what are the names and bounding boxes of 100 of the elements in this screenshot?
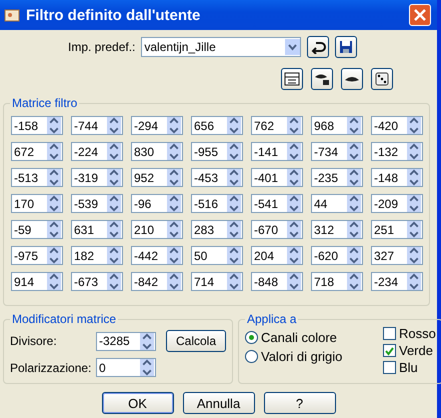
spin-arrows-icon[interactable]	[167, 143, 181, 160]
spin-arrows-icon[interactable]	[107, 143, 121, 160]
matrix-spinbox[interactable]: 327	[371, 246, 423, 265]
spin-arrows-icon[interactable]	[287, 117, 301, 134]
matrix-spinbox[interactable]: -673	[71, 272, 123, 291]
spin-arrows-icon[interactable]	[287, 247, 301, 264]
matrix-spinbox[interactable]: -453	[191, 168, 243, 187]
matrix-spinbox[interactable]: -141	[251, 142, 303, 161]
radio-button[interactable]	[245, 350, 258, 363]
spin-arrows-icon[interactable]	[227, 117, 241, 134]
spin-arrows-icon[interactable]	[287, 143, 301, 160]
matrix-spinbox[interactable]: -96	[131, 194, 183, 213]
spin-arrows-icon[interactable]	[347, 169, 361, 186]
spin-arrows-icon[interactable]	[227, 221, 241, 238]
matrix-spinbox[interactable]: -420	[371, 116, 423, 135]
spin-arrows-icon[interactable]	[347, 221, 361, 238]
spin-arrows-icon[interactable]	[167, 273, 181, 290]
matrix-spinbox[interactable]: -59	[11, 220, 63, 239]
checkbox[interactable]	[383, 361, 396, 374]
spin-arrows-icon[interactable]	[167, 221, 181, 238]
matrix-spinbox[interactable]: -955	[191, 142, 243, 161]
matrix-spinbox[interactable]: -541	[251, 194, 303, 213]
matrix-spinbox[interactable]: 914	[11, 272, 63, 291]
matrix-spinbox[interactable]: -670	[251, 220, 303, 239]
spin-arrows-icon[interactable]	[107, 117, 121, 134]
matrix-spinbox[interactable]: 952	[131, 168, 183, 187]
spin-arrows-icon[interactable]	[107, 195, 121, 212]
spin-arrows-icon[interactable]	[227, 169, 241, 186]
matrix-spinbox[interactable]: -319	[71, 168, 123, 187]
matrix-spinbox[interactable]: 830	[131, 142, 183, 161]
matrix-spinbox[interactable]: 204	[251, 246, 303, 265]
dialog-button[interactable]: OK	[102, 392, 174, 414]
spin-arrows-icon[interactable]	[407, 169, 421, 186]
matrix-spinbox[interactable]: -209	[371, 194, 423, 213]
matrix-spinbox[interactable]: 718	[311, 272, 363, 291]
matrix-spinbox[interactable]: -442	[131, 246, 183, 265]
matrix-spinbox[interactable]: 210	[131, 220, 183, 239]
matrix-spinbox[interactable]: -294	[131, 116, 183, 135]
close-button[interactable]	[409, 4, 431, 26]
dice-button[interactable]	[371, 68, 393, 90]
matrix-spinbox[interactable]: 283	[191, 220, 243, 239]
matrix-spinbox[interactable]: -842	[131, 272, 183, 291]
matrix-spinbox[interactable]: -620	[311, 246, 363, 265]
matrix-spinbox[interactable]: 656	[191, 116, 243, 135]
form-button[interactable]	[281, 68, 303, 90]
spin-arrows-icon[interactable]	[287, 195, 301, 212]
matrix-spinbox[interactable]: 672	[11, 142, 63, 161]
preset-dropdown[interactable]: valentijn_Jille	[141, 37, 302, 57]
divisor-spinbox[interactable]: -3285	[96, 332, 156, 350]
spin-arrows-icon[interactable]	[287, 273, 301, 290]
spin-arrows-icon[interactable]	[347, 117, 361, 134]
spin-arrows-icon[interactable]	[47, 143, 61, 160]
spin-arrows-icon[interactable]	[347, 247, 361, 264]
matrix-spinbox[interactable]: 631	[71, 220, 123, 239]
matrix-spinbox[interactable]: 312	[311, 220, 363, 239]
radio-button[interactable]	[245, 331, 258, 344]
spin-arrows-icon[interactable]	[347, 273, 361, 290]
spin-arrows-icon[interactable]	[407, 273, 421, 290]
matrix-spinbox[interactable]: 714	[191, 272, 243, 291]
spin-arrows-icon[interactable]	[107, 221, 121, 238]
spin-arrows-icon[interactable]	[167, 117, 181, 134]
spin-arrows-icon[interactable]	[140, 332, 154, 350]
matrix-spinbox[interactable]: -158	[11, 116, 63, 135]
spin-arrows-icon[interactable]	[407, 247, 421, 264]
spin-arrows-icon[interactable]	[347, 195, 361, 212]
matrix-spinbox[interactable]: -234	[371, 272, 423, 291]
dialog-button[interactable]: Annulla	[182, 392, 254, 414]
dialog-button[interactable]: ?	[264, 392, 336, 414]
matrix-spinbox[interactable]: 182	[71, 246, 123, 265]
matrix-spinbox[interactable]: 170	[11, 194, 63, 213]
spin-arrows-icon[interactable]	[47, 221, 61, 238]
undo-button[interactable]	[307, 36, 330, 58]
spin-arrows-icon[interactable]	[167, 195, 181, 212]
spin-arrows-icon[interactable]	[407, 195, 421, 212]
spin-arrows-icon[interactable]	[47, 195, 61, 212]
spin-arrows-icon[interactable]	[227, 273, 241, 290]
spin-arrows-icon[interactable]	[347, 143, 361, 160]
spin-arrows-icon[interactable]	[107, 273, 121, 290]
spin-arrows-icon[interactable]	[167, 247, 181, 264]
spin-arrows-icon[interactable]	[47, 273, 61, 290]
spin-arrows-icon[interactable]	[287, 221, 301, 238]
matrix-spinbox[interactable]: 251	[371, 220, 423, 239]
bias-spinbox[interactable]: 0	[96, 358, 156, 377]
matrix-spinbox[interactable]: -148	[371, 168, 423, 187]
calculate-button[interactable]: Calcola	[166, 330, 226, 352]
matrix-spinbox[interactable]: -132	[371, 142, 423, 161]
matrix-spinbox[interactable]: -744	[71, 116, 123, 135]
matrix-spinbox[interactable]: -401	[251, 168, 303, 187]
matrix-spinbox[interactable]: -235	[311, 168, 363, 187]
spin-arrows-icon[interactable]	[47, 247, 61, 264]
matrix-spinbox[interactable]: 968	[311, 116, 363, 135]
matrix-spinbox[interactable]: -516	[191, 194, 243, 213]
spin-arrows-icon[interactable]	[407, 143, 421, 160]
matrix-spinbox[interactable]: 762	[251, 116, 303, 135]
spin-arrows-icon[interactable]	[407, 117, 421, 134]
spin-arrows-icon[interactable]	[47, 117, 61, 134]
matrix-spinbox[interactable]: -513	[11, 168, 63, 187]
checkbox[interactable]	[383, 327, 396, 340]
spin-arrows-icon[interactable]	[227, 195, 241, 212]
spin-arrows-icon[interactable]	[107, 169, 121, 186]
